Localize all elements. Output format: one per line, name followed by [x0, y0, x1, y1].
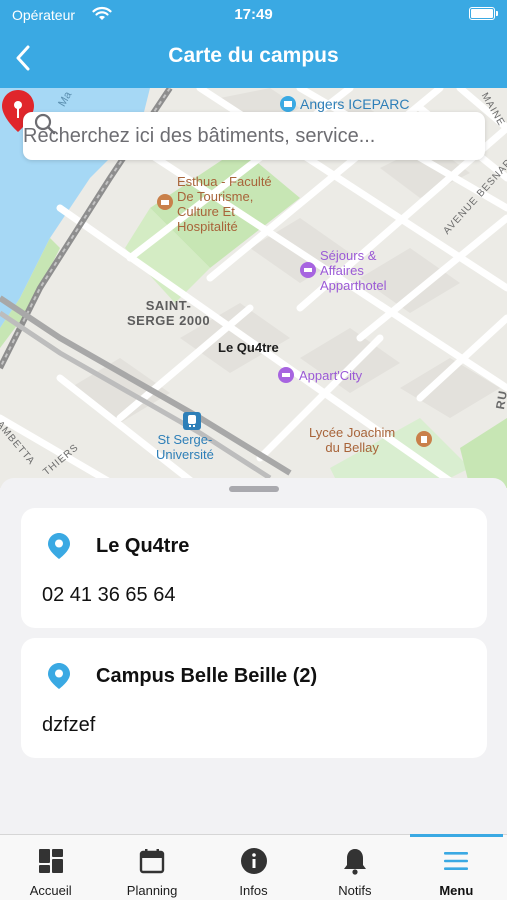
train-station-icon[interactable] [183, 412, 201, 430]
map-pin-label: Le Qu4tre [218, 340, 279, 355]
location-card[interactable]: Campus Belle Beille (2) dzfzef [21, 638, 487, 758]
dashboard-icon [37, 847, 65, 875]
iceparc-poi-icon[interactable] [280, 96, 296, 112]
tab-notifs[interactable]: Notifs [304, 835, 405, 900]
location-card[interactable]: Le Qu4tre 02 41 36 65 64 [21, 508, 487, 628]
tab-label: Accueil [29, 883, 72, 898]
poi-label-apparcity[interactable]: Appart'City [299, 368, 362, 383]
location-card-detail: dzfzef [42, 714, 96, 736]
tab-bar: Accueil Planning Infos Notifs Menu [0, 834, 507, 900]
location-card-title: Campus Belle Beille (2) [96, 665, 318, 687]
school-poi-icon[interactable] [416, 431, 432, 447]
tab-planning[interactable]: Planning [101, 835, 202, 900]
tab-label: Planning [126, 883, 178, 898]
poi-label-sejours-affaires[interactable]: Séjours & Affaires Apparthotel [320, 248, 387, 293]
hotel-poi-icon[interactable] [278, 367, 294, 383]
search-icon [34, 113, 56, 135]
page-title: Carte du campus [168, 44, 339, 67]
calendar-icon [138, 847, 166, 875]
tab-accueil[interactable]: Accueil [0, 835, 101, 900]
area-label-saint-serge: SAINT- SERGE 2000 [127, 298, 211, 328]
navigation-header: Opérateur 17:49 Carte du campus [0, 0, 507, 88]
campus-map[interactable]: Angers ICEPARC Esthua - Faculté De Touri… [0, 88, 507, 488]
hotel-poi-icon[interactable] [300, 262, 316, 278]
university-poi-icon[interactable] [157, 194, 173, 210]
battery-icon [469, 7, 498, 20]
bell-icon [341, 847, 369, 875]
search-input[interactable] [23, 124, 433, 148]
poi-label-angers-iceparc[interactable]: Angers ICEPARC [300, 97, 409, 112]
location-card-title: Le Qu4tre [96, 535, 190, 557]
tab-menu[interactable]: Menu [406, 834, 507, 900]
tab-label: Infos [239, 883, 268, 898]
tab-label: Menu [439, 883, 474, 898]
status-bar: Opérateur 17:49 [0, 0, 507, 30]
location-card-phone[interactable]: 02 41 36 65 64 [42, 584, 175, 607]
poi-label-lycee[interactable]: Lycée Joachim du Bellay [309, 425, 395, 455]
bottom-sheet: Le Qu4tre 02 41 36 65 64 Campus Belle Be… [0, 478, 507, 834]
poi-label-st-serge-universite[interactable]: St Serge- Université [156, 432, 214, 462]
sheet-grabber[interactable] [229, 486, 279, 492]
hamburger-icon [442, 847, 470, 875]
info-icon [240, 847, 268, 875]
poi-label-esthua[interactable]: Esthua - Faculté De Tourisme, Culture Et… [177, 174, 272, 234]
location-pin-icon [48, 663, 70, 689]
search-bar[interactable] [23, 112, 485, 160]
tab-infos[interactable]: Infos [203, 835, 304, 900]
tab-label: Notifs [338, 883, 372, 898]
location-pin-icon [48, 533, 70, 559]
street-label-ru: RU [493, 388, 507, 411]
status-time: 17:49 [234, 6, 273, 23]
